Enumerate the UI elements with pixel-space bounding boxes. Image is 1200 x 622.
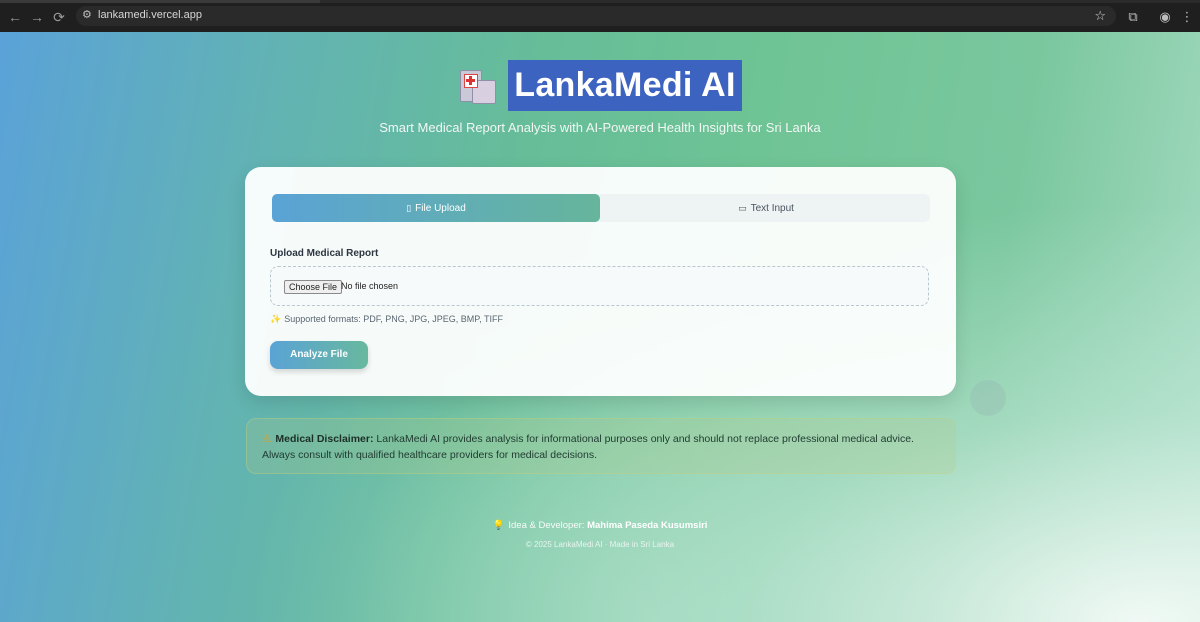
analyze-file-button[interactable]: Analyze File	[270, 341, 368, 369]
medical-kit-icon	[458, 66, 497, 106]
site-info-icon[interactable]: ⚙	[82, 9, 94, 21]
page-subtitle: Smart Medical Report Analysis with AI-Po…	[379, 120, 821, 135]
decorative-circle	[970, 380, 1006, 416]
browser-chrome: ← → ⟳ ⚙ lankamedi.vercel.app ☆ ⧉ ◉ ⋮	[0, 0, 1200, 32]
active-tab[interactable]	[0, 0, 320, 3]
disclaimer-text-2: Always consult with qualified healthcare…	[262, 449, 597, 461]
developer-name: Mahima Paseda Kusumsiri	[587, 520, 708, 531]
file-dropzone[interactable]: Choose File No file chosen	[270, 266, 929, 306]
document-icon: ▯	[406, 203, 412, 213]
tab-label: File Upload	[415, 203, 466, 214]
analysis-card: ▯ File Upload ▭ Text Input Upload Medical …	[245, 167, 956, 396]
disclaimer-heading: Medical Disclaimer:	[275, 433, 374, 445]
reload-icon[interactable]: ⟳	[50, 8, 68, 26]
url-text[interactable]: lankamedi.vercel.app	[98, 9, 202, 21]
choose-file-button[interactable]: Choose File	[284, 280, 343, 294]
supported-formats: ✨ Supported formats: PDF, PNG, JPG, JPEG,…	[270, 314, 503, 325]
disclaimer-text: LankaMedi AI provides analysis for infor…	[376, 433, 914, 445]
tab-text-input[interactable]: ▭ Text Input	[602, 194, 930, 222]
page: LankaMedi AI Smart Medical Report Analys…	[0, 32, 1200, 622]
footer-copyright: © 2025 LankaMedi AI · Made in Sri Lanka	[525, 540, 675, 549]
page-title: LankaMedi AI	[508, 60, 742, 111]
medical-disclaimer: ⚠ Medical Disclaimer: LankaMedi AI provid…	[246, 418, 956, 474]
file-status: No file chosen	[341, 281, 399, 291]
sparkle-icon: ✨	[270, 314, 282, 324]
lightbulb-icon: 💡	[492, 520, 505, 531]
forward-icon[interactable]: →	[28, 8, 46, 26]
extensions-icon[interactable]: ⧉	[1124, 8, 1142, 26]
input-tabs: ▯ File Upload ▭ Text Input	[272, 194, 930, 222]
bookmark-star-icon[interactable]: ☆	[1094, 8, 1106, 24]
upload-label: Upload Medical Report	[270, 248, 379, 259]
formats-text: Supported formats: PDF, PNG, JPG, JPEG, …	[284, 314, 503, 324]
tab-strip	[0, 0, 1200, 3]
menu-icon[interactable]: ⋮	[1178, 8, 1196, 26]
profile-icon[interactable]: ◉	[1156, 8, 1174, 26]
address-bar[interactable]: ⚙ lankamedi.vercel.app ☆	[76, 6, 1116, 26]
tab-label: Text Input	[750, 203, 794, 214]
warning-icon: ⚠	[262, 433, 272, 445]
tab-file-upload[interactable]: ▯ File Upload	[272, 194, 600, 222]
memo-icon: ▭	[738, 203, 747, 213]
header: LankaMedi AI	[0, 60, 1200, 111]
back-icon[interactable]: ←	[6, 8, 24, 26]
footer-credit: 💡 Idea & Developer: Mahima Paseda Kusumsi…	[0, 520, 1200, 531]
credit-label: Idea & Developer:	[508, 520, 585, 531]
